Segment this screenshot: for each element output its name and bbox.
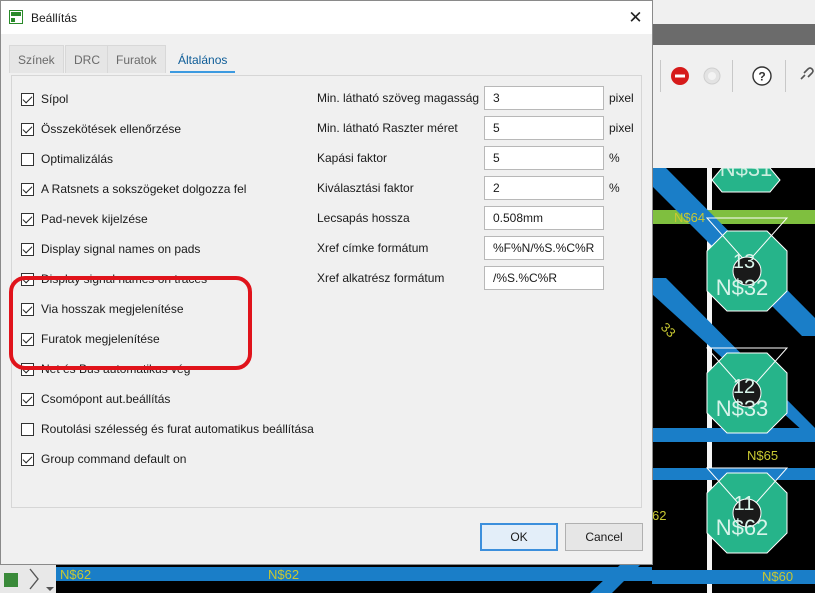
checkbox-label: Optimalizálás (41, 152, 114, 166)
svg-text:N$31: N$31 (720, 168, 773, 181)
checkbox-box[interactable] (21, 122, 34, 136)
field-label: Xref címke formátum (317, 241, 429, 255)
settings-dialog: Beállítás ✕ Színek DRC Furatok Általános… (0, 0, 653, 565)
field-label: Lecsapás hossza (317, 211, 410, 225)
checkbox-box[interactable] (21, 392, 34, 406)
field-label: Min. látható szöveg magasság (317, 91, 480, 105)
help-glyph: ? (758, 70, 765, 84)
select-factor-input[interactable] (484, 176, 604, 200)
checkbox-csomopont[interactable]: Csomópont aut.beállítás (21, 389, 170, 409)
checkbox-box[interactable] (21, 422, 34, 436)
help-icon[interactable]: ? (750, 64, 774, 88)
tab-furatok[interactable]: Furatok (107, 45, 166, 73)
field-unit: pixel (609, 91, 634, 105)
field-label: Min. látható Raszter méret (317, 121, 458, 135)
checkbox-box[interactable] (21, 182, 34, 196)
checkbox-group-command[interactable]: Group command default on (21, 449, 186, 469)
tab-szinek[interactable]: Színek (9, 45, 64, 73)
toolbar-separator (785, 60, 786, 92)
trace-label-62: 62 (652, 508, 666, 523)
xref-part-format-input[interactable] (484, 266, 604, 290)
checkbox-label: Pad-nevek kijelzése (41, 212, 148, 226)
checkbox-box[interactable] (21, 212, 34, 226)
stop-icon[interactable] (668, 64, 692, 88)
min-text-height-input[interactable] (484, 86, 604, 110)
toolbar-separator (732, 60, 733, 92)
checkbox-label: Routolási szélesség és furat automatikus… (41, 422, 314, 436)
dialog-title: Beállítás (31, 11, 78, 25)
checkbox-sipol[interactable]: Sípol (21, 89, 68, 109)
tab-altalanos[interactable]: Általános (169, 45, 237, 73)
trace-label-33: 33 (658, 320, 679, 341)
general-settings-panel: Sípol Összekötések ellenőrzése Optimaliz… (9, 75, 642, 508)
svg-text:N$33: N$33 (716, 396, 769, 421)
pad-31: N$31 (711, 168, 781, 193)
pad-32: 13 N$32 (705, 217, 789, 312)
checkbox-label: A Ratsnets a sokszögeket dolgozza fel (41, 182, 247, 196)
pad-62: 11 N$62 (705, 467, 789, 554)
checkbox-box[interactable] (21, 92, 34, 106)
svg-text:13: 13 (733, 251, 755, 273)
cancel-button[interactable]: Cancel (565, 523, 643, 551)
layer-toolbar[interactable] (0, 565, 56, 593)
checkbox-ratsnets[interactable]: A Ratsnets a sokszögeket dolgozza fel (21, 179, 246, 199)
tab-drc[interactable]: DRC (65, 45, 109, 73)
net-label-60: N$60 (762, 569, 793, 584)
checkbox-label: Display signal names on pads (41, 242, 201, 256)
disabled-icon[interactable] (700, 64, 724, 88)
red-highlight-annotation (9, 276, 252, 370)
field-label: Xref alkatrész formátum (317, 271, 445, 285)
checkbox-box[interactable] (21, 242, 34, 256)
net-label-62b: N$62 (268, 567, 299, 582)
field-unit: % (609, 151, 620, 165)
net-label-65: N$65 (747, 448, 778, 463)
checkbox-signal-names-pads[interactable]: Display signal names on pads (21, 239, 200, 259)
pcb-canvas-bottom[interactable]: N$62 N$62 (0, 565, 652, 593)
snap-factor-input[interactable] (484, 146, 604, 170)
checkbox-label: Group command default on (41, 452, 187, 466)
svg-text:N$32: N$32 (716, 275, 769, 300)
net-label-62a: N$62 (60, 567, 91, 582)
checkbox-label: Összekötések ellenőrzése (41, 122, 182, 136)
pad-33: 12 N$33 (705, 347, 789, 434)
checkbox-pad-nevek[interactable]: Pad-nevek kijelzése (21, 209, 148, 229)
field-unit: % (609, 181, 620, 195)
pcb-canvas[interactable]: N$31 13 N$32 12 N$33 11 N$62 N$64 N$65 3… (652, 168, 815, 593)
xref-label-format-input[interactable] (484, 236, 604, 260)
toolbar-separator (660, 60, 661, 92)
close-icon[interactable]: ✕ (619, 1, 652, 34)
svg-text:11: 11 (734, 493, 755, 515)
field-unit: pixel (609, 121, 634, 135)
checkbox-label: Csomópont aut.beállítás (41, 392, 171, 406)
net-label-64: N$64 (674, 210, 705, 225)
svg-text:12: 12 (733, 376, 755, 398)
brd-app-icon (9, 10, 23, 24)
checkbox-box[interactable] (21, 452, 34, 466)
field-label: Kiválasztási faktor (317, 181, 414, 195)
dialog-titlebar: Beállítás ✕ (1, 1, 652, 34)
editor-tabstrip (652, 24, 815, 45)
checkbox-osszekotesek[interactable]: Összekötések ellenőrzése (21, 119, 181, 139)
checkbox-optimalizalas[interactable]: Optimalizálás (21, 149, 113, 169)
checkbox-routolasi[interactable]: Routolási szélesség és furat automatikus… (21, 419, 314, 439)
link-icon[interactable] (795, 64, 815, 88)
checkbox-box[interactable] (21, 152, 34, 166)
stub-length-input[interactable] (484, 206, 604, 230)
svg-text:N$62: N$62 (716, 515, 769, 540)
field-label: Kapási faktor (317, 151, 388, 165)
ok-button[interactable]: OK (480, 523, 558, 551)
checkbox-label: Sípol (41, 92, 69, 106)
min-grid-size-input[interactable] (484, 116, 604, 140)
